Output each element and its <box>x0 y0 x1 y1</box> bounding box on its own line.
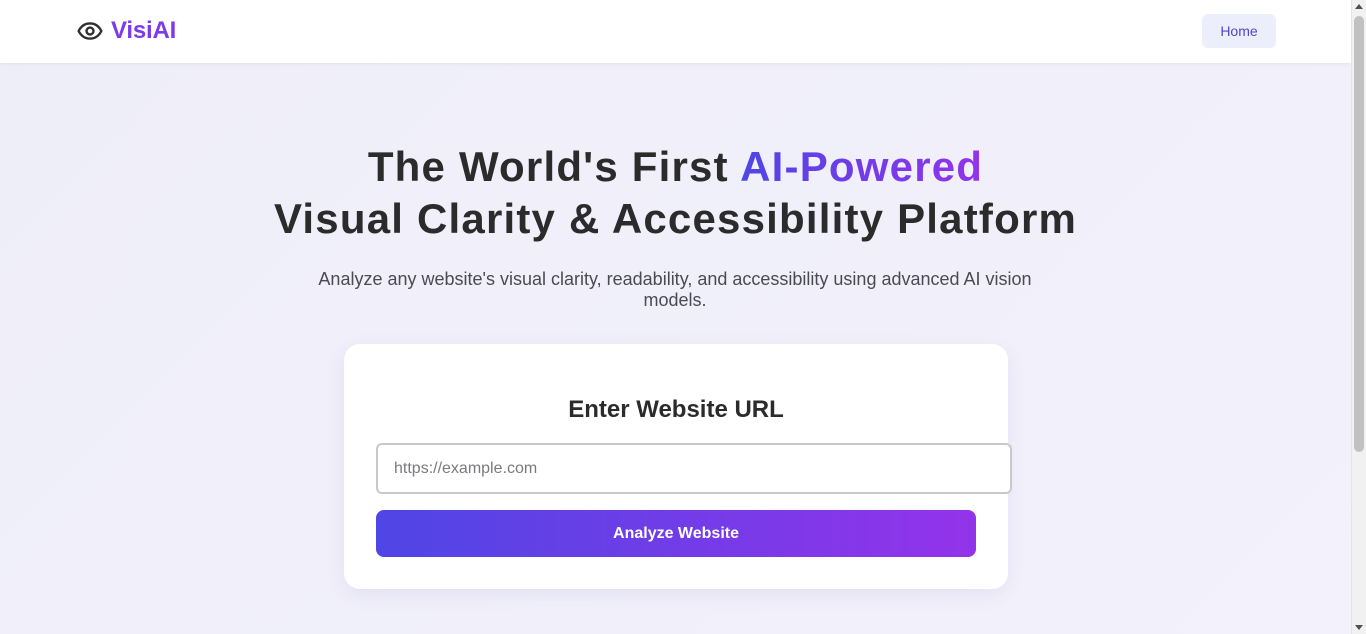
website-url-input[interactable] <box>376 443 1012 494</box>
top-navbar: VisiAI Home <box>0 0 1351 63</box>
hero-title-accent: AI-Powered <box>740 143 984 190</box>
page: VisiAI Home The World's First AI-Powered… <box>0 0 1366 634</box>
url-analyzer-card: Enter Website URL Analyze Website <box>344 344 1012 589</box>
viewport: VisiAI Home The World's First AI-Powered… <box>0 0 1351 634</box>
card-title: Enter Website URL <box>568 396 784 423</box>
nav-home-button[interactable]: Home <box>1202 14 1276 48</box>
brand-logo[interactable]: VisiAI <box>77 17 176 45</box>
brand-name: VisiAI <box>111 17 177 44</box>
hero-title: The World's First AI-Powered Visual Clar… <box>0 141 1351 245</box>
hero-title-line2: Visual Clarity & Accessibility Platform <box>273 195 1078 242</box>
scroll-down-arrow-icon[interactable] <box>1355 625 1363 630</box>
analyze-website-button[interactable]: Analyze Website <box>376 510 976 557</box>
vertical-scrollbar[interactable] <box>1351 0 1366 634</box>
scrollbar-thumb[interactable] <box>1354 16 1364 452</box>
scroll-up-arrow-icon[interactable] <box>1355 4 1363 9</box>
hero-subtitle: Analyze any website's visual clarity, re… <box>318 269 1032 310</box>
eye-icon <box>77 22 103 40</box>
hero-title-line1: The World's First AI-Powered <box>368 143 983 190</box>
hero-title-prefix: The World's First <box>367 143 741 190</box>
